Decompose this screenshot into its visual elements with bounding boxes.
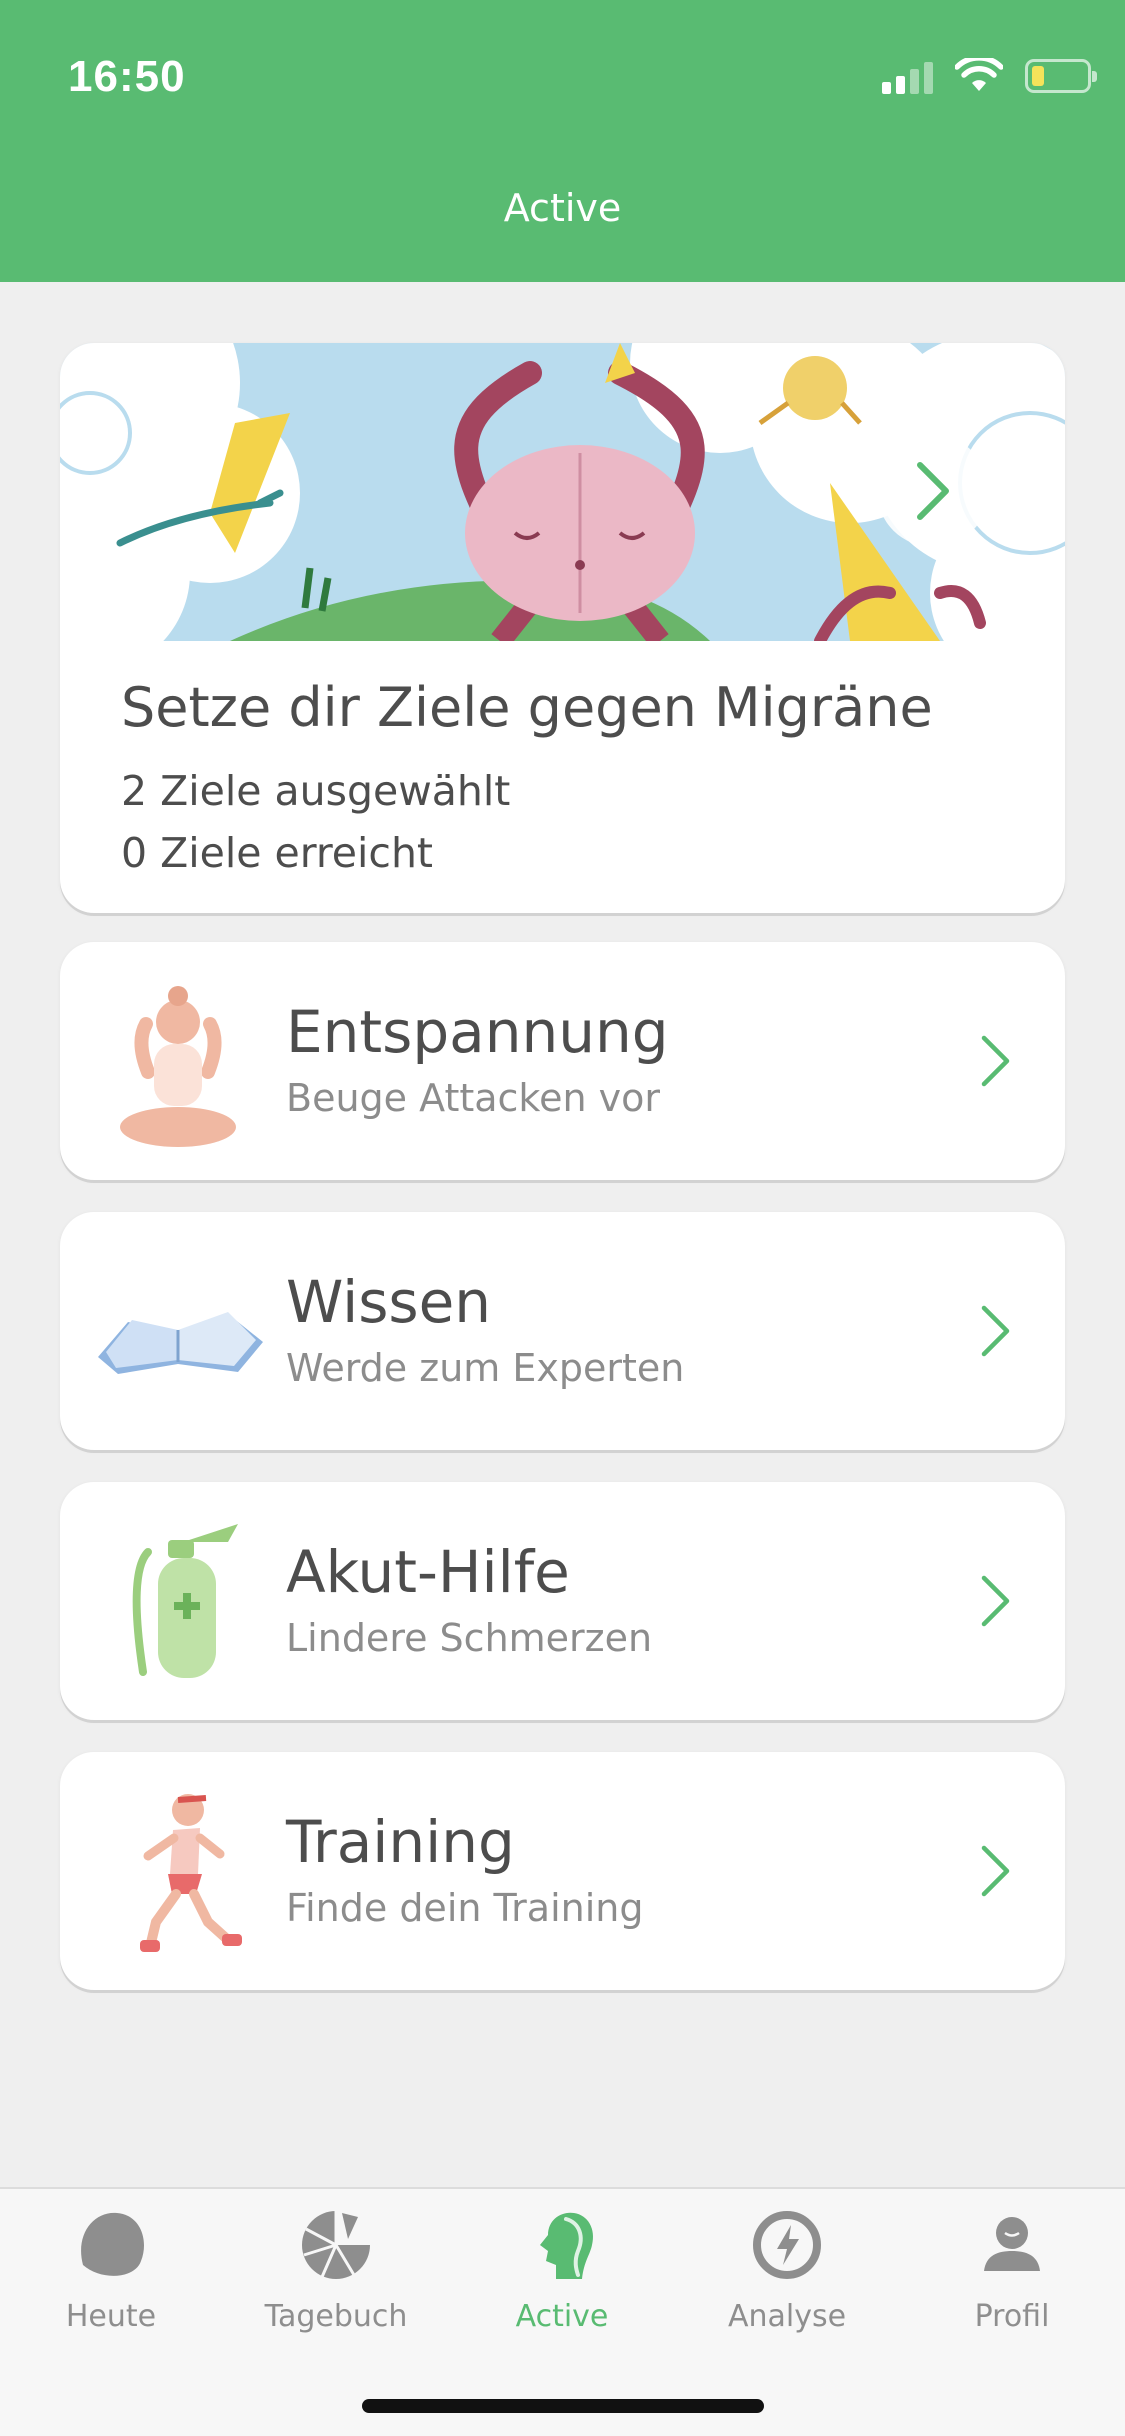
home-indicator[interactable] [362,2399,764,2413]
card-training[interactable]: Training Finde dein Training [60,1752,1065,1990]
status-time: 16:50 [68,52,186,101]
tab-profil[interactable]: Profil [922,2205,1102,2334]
chevron-right-icon [981,1305,1010,1357]
tab-label: Profil [974,2299,1050,2334]
card-subtitle: Lindere Schmerzen [286,1616,653,1660]
goals-next-button[interactable] [877,435,989,547]
profile-icon [984,2217,1040,2271]
tab-heute[interactable]: Heute [21,2205,201,2334]
card-subtitle: Werde zum Experten [286,1346,685,1390]
battery-icon [1025,59,1097,93]
page-title: Active [503,186,622,230]
goals-title: Setze dir Ziele gegen Migräne [121,676,933,739]
card-subtitle: Beuge Attacken vor [286,1076,660,1120]
goals-selected-text: 2 Ziele ausgewählt [121,767,511,815]
card-title: Entspannung [286,998,669,1066]
active-head-icon [540,2212,594,2279]
cellular-signal-icon [882,58,933,94]
card-entspannung[interactable]: Entspannung Beuge Attacken vor [60,942,1065,1180]
card-wissen[interactable]: Wissen Werde zum Experten [60,1212,1065,1450]
chevron-right-icon [917,462,949,520]
card-title: Akut-Hilfe [286,1538,570,1606]
card-subtitle: Finde dein Training [286,1886,644,1930]
lightning-circle-icon [753,2211,821,2279]
tab-label: Heute [65,2299,157,2334]
tab-label: Tagebuch [264,2299,408,2334]
status-icons [882,58,1097,94]
tab-active[interactable]: Active [472,2205,652,2334]
goals-card[interactable]: Setze dir Ziele gegen Migräne 2 Ziele au… [60,343,1065,913]
fire-extinguisher-icon [132,1524,238,1678]
blob-icon [81,2212,144,2276]
diary-pie-icon [302,2211,370,2279]
chevron-right-icon [981,1035,1010,1087]
tab-analyse[interactable]: Analyse [697,2205,877,2334]
chevron-right-icon [981,1575,1010,1627]
wifi-icon [955,58,1003,91]
card-title: Training [286,1808,515,1876]
meditating-person-icon [120,986,236,1147]
app-header: 16:50 Active [0,0,1125,282]
running-person-icon [140,1794,242,1952]
goals-achieved-text: 0 Ziele erreicht [121,829,434,877]
tab-label: Active [515,2299,609,2334]
card-title: Wissen [286,1268,492,1336]
tab-tagebuch[interactable]: Tagebuch [246,2205,426,2334]
card-akut-hilfe[interactable]: Akut-Hilfe Lindere Schmerzen [60,1482,1065,1720]
chevron-right-icon [981,1845,1010,1897]
tab-label: Analyse [727,2299,847,2334]
open-book-icon [98,1312,263,1374]
